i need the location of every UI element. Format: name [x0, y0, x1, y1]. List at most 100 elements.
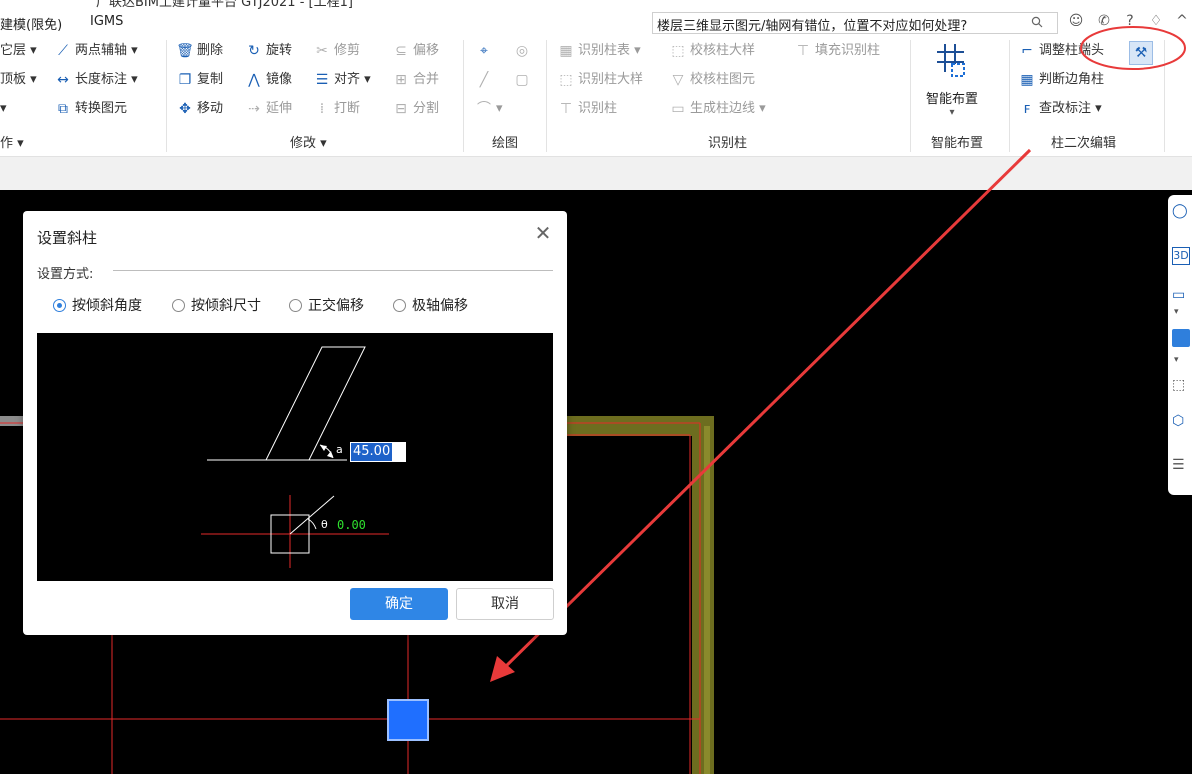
divider: [113, 270, 553, 271]
offset-icon: ⊆: [395, 43, 407, 59]
theta-symbol: θ: [321, 518, 328, 531]
group-label-operate: 作 ▾: [0, 136, 24, 151]
group-label-modify: 修改 ▾: [290, 136, 327, 151]
search-view-icon[interactable]: ◯: [1172, 203, 1188, 219]
fill-recognize-column-label: 填充识别柱: [815, 43, 881, 58]
line-draw-button[interactable]: ╱: [475, 69, 496, 91]
angle-input[interactable]: 45.00: [350, 442, 406, 462]
mirror-button[interactable]: ⋀ 镜像: [245, 69, 292, 91]
radio-label: 按倾斜尺寸: [191, 298, 261, 314]
3d-view-icon[interactable]: 3D: [1172, 247, 1190, 265]
break-button[interactable]: ⁞ 打断: [313, 98, 360, 120]
user-icon[interactable]: ☺: [1066, 11, 1086, 31]
extend-button[interactable]: ⇢ 延伸: [245, 98, 292, 120]
length-dim-button[interactable]: ↔ 长度标注 ▾: [54, 69, 138, 91]
trim-icon: ✂: [316, 43, 328, 59]
check-element-icon: ▽: [672, 72, 684, 88]
check-column-detail-button[interactable]: ⬚ 校核柱大样: [669, 40, 755, 62]
recognize-column-button[interactable]: ⊤ 识别柱: [557, 98, 617, 120]
menu-item-modeling[interactable]: 建模(限免): [0, 14, 62, 33]
wall-segment: [704, 426, 710, 774]
move-button[interactable]: ✥ 移动: [176, 98, 223, 120]
cancel-button[interactable]: 取消: [456, 588, 554, 620]
grid-icon: ▦: [1020, 72, 1034, 88]
close-icon[interactable]: ✕: [533, 223, 553, 243]
menu-item-igms[interactable]: IGMS: [90, 14, 123, 29]
ribbon: 它层 ▾ 顶板 ▾ ▾ ⟋ 两点辅轴 ▾ ↔ 长度标注 ▾ ⧉ 转换图元 作 ▾ 🗑 删…: [0, 36, 1192, 157]
format-painter-button[interactable]: ⚒: [1129, 41, 1153, 65]
radio-polar-offset[interactable]: 极轴偏移: [393, 295, 468, 315]
offset-label: 偏移: [413, 43, 440, 58]
list-icon[interactable]: ☰: [1172, 457, 1185, 473]
help-icon[interactable]: ?: [1120, 11, 1140, 31]
two-point-axis-button[interactable]: ⟋ 两点辅轴 ▾: [54, 40, 138, 62]
frame-select-icon[interactable]: ⬚: [1172, 377, 1185, 393]
search-input[interactable]: 楼层三维显示图元/轴网有错位，位置不对应如何处理?: [652, 12, 1058, 34]
fill-recognize-column-button[interactable]: ⊤ 填充识别柱: [794, 40, 880, 62]
rect-draw-button[interactable]: ▢: [513, 69, 534, 91]
angle-value: 45.00: [351, 443, 393, 461]
merge-button[interactable]: ⊞ 合并: [392, 69, 439, 91]
trim-button[interactable]: ✂ 修剪: [313, 40, 360, 62]
mirror-label: 镜像: [266, 72, 293, 87]
extend-icon: ⇢: [248, 101, 260, 117]
delete-button[interactable]: 🗑 删除: [176, 40, 223, 62]
wall-segment: [566, 416, 714, 436]
check-column-element-button[interactable]: ▽ 校核柱图元: [669, 69, 755, 91]
top-slab-button[interactable]: 顶板 ▾: [0, 69, 37, 91]
offset-button[interactable]: ⊆ 偏移: [392, 40, 439, 62]
box-view-icon[interactable]: ⬡: [1172, 413, 1184, 429]
recognize-column-table-button[interactable]: ▦ 识别柱表 ▾: [557, 40, 640, 62]
arc-draw-button[interactable]: ⌒ ▾: [475, 98, 503, 120]
edge-icon: ▭: [671, 101, 685, 117]
radio-tilt-size[interactable]: 按倾斜尺寸: [172, 295, 261, 315]
split-label: 分割: [413, 101, 440, 116]
align-button[interactable]: ☰ 对齐 ▾: [313, 69, 371, 91]
rotate-button[interactable]: ↻ 旋转: [245, 40, 292, 62]
ok-button[interactable]: 确定: [350, 588, 448, 620]
solid-view-icon[interactable]: [1172, 329, 1190, 347]
separator: [1009, 40, 1010, 152]
extend-label: 延伸: [266, 101, 293, 116]
column-icon: ⊤: [559, 101, 573, 117]
preview-diagram: a θ 0.00: [201, 346, 389, 568]
angle-symbol: a: [336, 443, 343, 456]
recognize-column-detail-label: 识别柱大样: [578, 72, 644, 87]
left-dropdown[interactable]: ▾: [0, 98, 7, 120]
move-icon: ✥: [179, 101, 191, 117]
judge-corner-column-button[interactable]: ▦ 判断边角柱: [1018, 69, 1104, 91]
convert-icon: ⧉: [58, 101, 68, 117]
point-draw-button[interactable]: ⌖: [475, 40, 496, 62]
adjust-column-end-button[interactable]: ⌐ 调整柱端头: [1018, 40, 1104, 62]
separator: [463, 40, 464, 152]
fill-icon: ⊤: [796, 43, 810, 59]
smart-layout-button[interactable]: 智能布置 ▾: [920, 40, 984, 128]
cube-view-icon[interactable]: ▭: [1172, 287, 1185, 303]
dropdown-icon[interactable]: ▾: [1174, 355, 1179, 365]
separator: [546, 40, 547, 152]
annotation-icon: ꜰ: [1023, 101, 1031, 117]
radio-tilt-angle[interactable]: 按倾斜角度: [53, 295, 142, 315]
convert-element-button[interactable]: ⧉ 转换图元: [54, 98, 127, 120]
move-label: 移动: [197, 101, 224, 116]
dropdown-icon[interactable]: ▾: [1174, 307, 1179, 317]
radio-orthogonal-offset[interactable]: 正交偏移: [289, 295, 364, 315]
copy-button[interactable]: ❐ 复制: [176, 69, 223, 91]
trash-icon: 🗑: [176, 43, 194, 59]
collapse-icon[interactable]: ^: [1172, 11, 1192, 31]
generate-column-edge-button[interactable]: ▭ 生成柱边线 ▾: [669, 98, 765, 120]
recognize-column-detail-button[interactable]: ⬚ 识别柱大样: [557, 69, 643, 91]
rotate-point-button[interactable]: ◎: [513, 40, 534, 62]
service-icon[interactable]: ✆: [1094, 11, 1114, 31]
modify-annotation-button[interactable]: ꜰ 查改标注 ▾: [1018, 98, 1102, 120]
detail-icon: ⬚: [559, 72, 573, 88]
arc-icon: ⌒: [477, 101, 491, 117]
search-text: 楼层三维显示图元/轴网有错位，位置不对应如何处理?: [657, 19, 968, 34]
skin-icon[interactable]: ♢: [1146, 11, 1166, 31]
theta-value: 0.00: [337, 518, 366, 532]
split-button[interactable]: ⊟ 分割: [392, 98, 439, 120]
group-label-smart: 智能布置: [931, 136, 984, 151]
search-icon[interactable]: [1031, 16, 1043, 28]
convert-element-label: 转换图元: [75, 101, 128, 116]
layer-button[interactable]: 它层 ▾: [0, 40, 37, 62]
